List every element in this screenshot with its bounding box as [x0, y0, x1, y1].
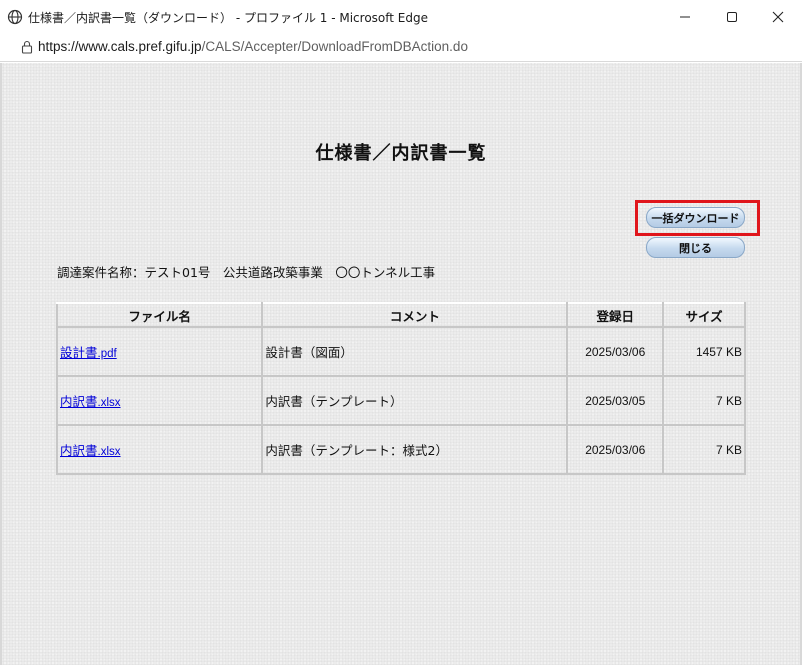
- minimize-icon: [680, 16, 690, 17]
- window-title: 仕様書／内訳書一覧（ダウンロード） - プロファイル 1 - Microsoft…: [28, 11, 428, 25]
- project-label: 調達案件名称：: [57, 265, 145, 280]
- file-table: ファイル名 コメント 登録日 サイズ 設計書.pdf 設計書（図面） 2025/…: [55, 302, 746, 475]
- date-cell: 2025/03/05: [566, 375, 665, 426]
- table-row: 設計書.pdf 設計書（図面） 2025/03/06 1457 KB: [55, 326, 746, 377]
- date-cell: 2025/03/06: [566, 326, 665, 377]
- file-name-cell: 内訳書.xlsx: [55, 424, 264, 475]
- header-size: サイズ: [662, 302, 746, 328]
- header-date: 登録日: [566, 302, 665, 328]
- header-filename: ファイル名: [55, 302, 264, 328]
- file-link[interactable]: 内訳書.xlsx: [60, 394, 121, 409]
- size-cell: 1457 KB: [662, 326, 746, 377]
- file-name: 設計書: [60, 345, 98, 360]
- size-cell: 7 KB: [662, 375, 746, 426]
- file-name-cell: 設計書.pdf: [55, 326, 264, 377]
- bulk-download-button[interactable]: 一括ダウンロード: [646, 207, 745, 228]
- file-link[interactable]: 設計書.pdf: [60, 345, 117, 360]
- comment-cell: 内訳書（テンプレート）: [261, 375, 569, 426]
- url-path: /CALS/Accepter/DownloadFromDBAction.do: [201, 39, 468, 54]
- table-row: 内訳書.xlsx 内訳書（テンプレート：様式2） 2025/03/06 7 KB: [55, 424, 746, 475]
- date-cell: 2025/03/06: [566, 424, 665, 475]
- file-name: 内訳書: [60, 394, 98, 409]
- header-comment: コメント: [261, 302, 569, 328]
- file-name-cell: 内訳書.xlsx: [55, 375, 264, 426]
- project-name: テスト01号 公共道路改築事業 〇〇トンネル工事: [144, 265, 436, 280]
- maximize-button[interactable]: [709, 0, 755, 33]
- file-name: 内訳書: [60, 443, 98, 458]
- comment-cell: 設計書（図面）: [261, 326, 569, 377]
- maximize-icon: [727, 11, 737, 22]
- table-row: 内訳書.xlsx 内訳書（テンプレート） 2025/03/05 7 KB: [55, 375, 746, 426]
- globe-icon: [7, 9, 23, 25]
- project-info: 調達案件名称：テスト01号 公共道路改築事業 〇〇トンネル工事: [57, 262, 435, 281]
- size-cell: 7 KB: [662, 424, 746, 475]
- file-ext: .pdf: [97, 348, 117, 360]
- close-icon: [772, 11, 784, 22]
- url-text[interactable]: https://www.cals.pref.gifu.jp/CALS/Accep…: [38, 39, 468, 54]
- page-title: 仕様書／内訳書一覧: [315, 143, 487, 164]
- close-button[interactable]: 閉じる: [646, 237, 745, 258]
- file-ext: .xlsx: [97, 397, 121, 409]
- file-link[interactable]: 内訳書.xlsx: [60, 443, 121, 458]
- comment-cell: 内訳書（テンプレート：様式2）: [261, 424, 569, 475]
- close-window-button[interactable]: [755, 0, 801, 33]
- lock-icon: [21, 40, 33, 54]
- minimize-button[interactable]: [662, 0, 708, 33]
- window-titlebar: 仕様書／内訳書一覧（ダウンロード） - プロファイル 1 - Microsoft…: [0, 0, 802, 33]
- table-header-row: ファイル名 コメント 登録日 サイズ: [55, 302, 746, 328]
- url-host: https://www.cals.pref.gifu.jp: [38, 39, 202, 54]
- file-ext: .xlsx: [97, 446, 121, 458]
